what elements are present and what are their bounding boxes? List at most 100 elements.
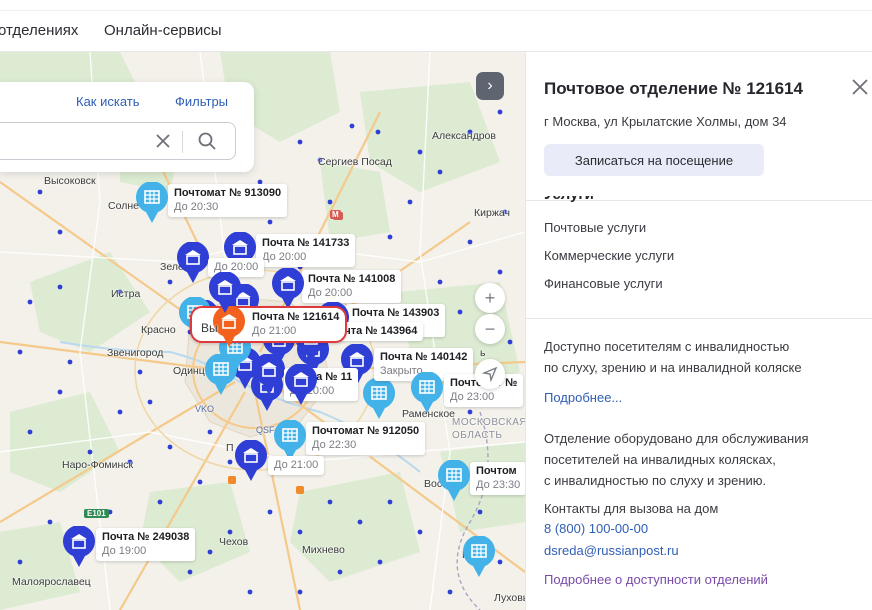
office-callout-title: Почтомат № 913090 (174, 187, 282, 199)
post-office-marker[interactable] (284, 364, 318, 406)
service-commercial[interactable]: Коммерческие услуги (544, 248, 674, 263)
search-icon[interactable] (197, 131, 217, 151)
service-postal[interactable]: Почтовые услуги (544, 220, 646, 235)
office-callout-hours: До 23:30 (476, 479, 521, 491)
clear-icon[interactable] (153, 131, 173, 151)
office-callout-title: Почта № 143903 (352, 307, 440, 319)
divider (0, 10, 872, 11)
locate-me-button[interactable] (475, 359, 505, 389)
parcel-locker-marker[interactable] (462, 536, 496, 578)
label-vy: Вы (201, 321, 218, 335)
label-sergiev-posad: Сергиев Посад (318, 156, 392, 168)
office-callout-hours: До 22:30 (312, 439, 357, 451)
post-office-marker[interactable] (252, 354, 286, 396)
how-to-search-link[interactable]: Как искать (76, 94, 140, 109)
office-callout[interactable]: Почтомат № 912050 До 22:30 (306, 422, 426, 455)
label-kirzhach: Киржач (474, 207, 510, 219)
post-office-icon (235, 440, 267, 481)
label-chekhov: Чехов (219, 536, 249, 548)
filters-link[interactable]: Фильтры (175, 94, 228, 109)
label-odinc: Одинц (173, 365, 205, 377)
office-callout-title: Почтомат № 912050 (312, 425, 420, 437)
office-callout-title: Почта № 141733 (262, 237, 350, 249)
office-callout[interactable]: До 21:00 (268, 456, 325, 475)
office-callout-title: Почта № 249038 (102, 531, 190, 543)
parcel-locker-icon (411, 372, 443, 413)
office-callout-hours: До 20:00 (262, 251, 307, 263)
chevron-right-icon[interactable]: › (476, 72, 504, 100)
post-office-icon (285, 364, 317, 405)
post-office-marker[interactable] (176, 242, 210, 284)
zoom-in-button[interactable]: + (475, 283, 505, 313)
label-zvenigorod: Звенигород (107, 347, 164, 359)
parcel-locker-marker[interactable] (410, 372, 444, 414)
label-vko: VKO (195, 404, 215, 414)
parcel-locker-marker[interactable] (135, 182, 169, 224)
accessibility-text-line2: по слуху, зрению и на инвалидной коляске (544, 360, 802, 375)
accessibility-text-line1: Доступно посетителям с инвалидностью (544, 339, 790, 354)
search-card: Как искать Фильтры (0, 82, 254, 172)
label-p-town: П (226, 442, 234, 454)
search-box (0, 122, 236, 160)
office-callout-hours: До 21:00 (274, 459, 319, 471)
office-callout[interactable]: Почтомат № 913090 До 20:30 (168, 184, 288, 217)
parcel-locker-icon (463, 536, 495, 577)
office-callout-title: Почта № 141008 (308, 273, 396, 285)
road-m-badge: M (330, 210, 341, 219)
navigation-arrow-icon (482, 366, 498, 382)
zoom-out-button[interactable]: − (475, 314, 505, 344)
label-mikhnevo: Михнево (302, 544, 345, 556)
services-heading: Услуги (544, 186, 594, 203)
search-input[interactable] (0, 123, 139, 159)
office-title: Почтовое отделение № 121614 (544, 79, 803, 98)
divider (182, 131, 183, 153)
label-naro-fominsk: Наро-Фоминск (62, 459, 134, 471)
post-office-marker[interactable] (234, 440, 268, 482)
post-office-icon (177, 242, 209, 283)
office-callout-hours: До 20:30 (174, 201, 219, 213)
top-navigation: отделениях Онлайн-сервисы (0, 0, 872, 52)
equipment-text-line3: с инвалидностью по слуху и зрению. (544, 473, 767, 488)
label-maloyaroslavec: Малоярославец (12, 576, 91, 588)
office-callout-title: Почта № 140142 (380, 351, 468, 363)
office-callout-hours: До 23:00 (450, 391, 495, 403)
service-financial[interactable]: Финансовые услуги (544, 276, 663, 291)
post-office-marker[interactable] (271, 268, 305, 310)
equipment-text-line2: посетителей на инвалидных колясках, (544, 452, 776, 467)
close-icon[interactable] (851, 78, 869, 96)
divider (526, 318, 872, 319)
road-e101-badge: E101 (84, 509, 109, 518)
parcel-locker-icon (438, 460, 470, 501)
parcel-locker-marker[interactable] (437, 460, 471, 502)
office-callout-hours: До 19:00 (102, 545, 147, 557)
label-vysokovsk: Высоковск (44, 175, 96, 187)
post-office-marker[interactable] (62, 526, 96, 568)
office-callout[interactable]: Почтом До 23:30 (470, 462, 525, 495)
office-address: г Москва, ул Крылатские Холмы, дом 34 (544, 114, 787, 129)
book-visit-button[interactable]: Записаться на посещение (544, 144, 764, 176)
label-lukhov: Луховь (494, 592, 525, 604)
post-office-icon (253, 354, 285, 395)
post-office-marker[interactable] (208, 272, 242, 314)
office-callout-title: Почта № 121614 (252, 311, 340, 323)
office-callout[interactable]: Почта № 141008 До 20:00 (302, 270, 402, 303)
nav-offices-link[interactable]: отделениях (0, 22, 78, 39)
phone-link[interactable]: 8 (800) 100-00-00 (544, 521, 648, 536)
office-details-panel: Почтовое отделение № 121614 г Москва, ул… (525, 52, 872, 610)
label-krasno: Красно (141, 324, 176, 336)
accessibility-info-link[interactable]: Подробнее о доступности отделений (544, 572, 768, 587)
home-call-label: Контакты для вызова на дом (544, 501, 719, 516)
office-callout-title: Почтом (476, 465, 517, 477)
map-view[interactable]: Александров Сергиев Посад Киржач Высоков… (0, 52, 525, 610)
nav-online-services-link[interactable]: Онлайн-сервисы (104, 22, 222, 39)
office-callout-hours: До 21:00 (252, 325, 297, 337)
label-moscow-region: МОСКОВСКАЯ ОБЛАСТЬ (452, 417, 525, 441)
office-callout-hours: До 20:00 (308, 287, 353, 299)
label-qsf: QSF (256, 425, 275, 435)
equipment-text-line1: Отделение оборудовано для обслуживания (544, 431, 809, 446)
more-details-link[interactable]: Подробнее... (544, 390, 622, 405)
post-office-icon (63, 526, 95, 567)
office-callout[interactable]: Почта № 141733 До 20:00 (256, 234, 356, 267)
office-callout[interactable]: Почта № 249038 До 19:00 (96, 528, 196, 561)
email-link[interactable]: dsreda@russianpost.ru (544, 543, 679, 558)
